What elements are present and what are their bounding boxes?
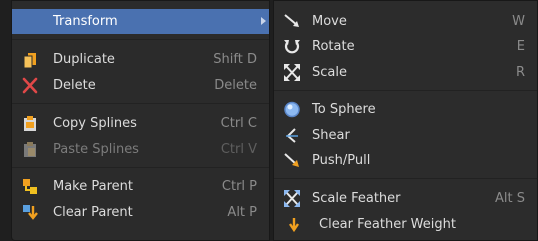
clear-feather-weight-icon [286, 215, 306, 234]
separator [274, 178, 537, 179]
shortcut-label: Delete [214, 78, 257, 93]
menu-item-clear-parent[interactable]: Clear Parent Alt P [12, 200, 269, 225]
to-sphere-icon [282, 100, 302, 119]
separator [274, 90, 537, 91]
separator [12, 103, 269, 104]
menu-item-paste-splines[interactable]: Paste Splines Ctrl V [12, 137, 269, 162]
menu-item-label: Copy Splines [53, 116, 137, 131]
move-icon [282, 12, 302, 31]
clear-parent-icon [20, 203, 40, 222]
menu-item-make-parent[interactable]: Make Parent Ctrl P [12, 174, 269, 199]
menu-item-label: Transform [53, 14, 118, 29]
duplicate-icon [20, 50, 40, 69]
menu-item-copy-splines[interactable]: Copy Splines Ctrl C [12, 111, 269, 136]
delete-x-icon [20, 76, 40, 95]
shortcut-label: Shift D [213, 52, 257, 67]
menu-item-transform[interactable]: Transform [12, 9, 269, 34]
shortcut-label: R [515, 65, 525, 80]
scale-feather-icon [282, 189, 302, 208]
separator [12, 167, 269, 168]
shortcut-label: Alt P [227, 205, 257, 220]
menu-item-label: Scale [312, 65, 347, 80]
menu-item-label: To Sphere [312, 102, 376, 117]
menu-item-label: Move [312, 14, 347, 29]
menu-item-label: Paste Splines [53, 142, 139, 157]
menu-item-shear[interactable]: Shear [274, 123, 537, 148]
menu-item-delete[interactable]: Delete Delete [12, 73, 269, 98]
menu-item-label: Shear [312, 128, 350, 143]
transform-submenu: Move W Rotate E Scale R To Sphere Shear … [273, 0, 538, 241]
menu-item-label: Clear Parent [53, 205, 133, 220]
push-pull-icon [282, 151, 302, 170]
menu-item-scale[interactable]: Scale R [274, 60, 537, 85]
menu-item-clear-feather-weight[interactable]: Clear Feather Weight [274, 212, 537, 237]
menu-item-label: Clear Feather Weight [319, 217, 456, 232]
shortcut-label: W [512, 14, 525, 29]
menu-item-label: Rotate [312, 39, 355, 54]
separator [12, 39, 269, 40]
paste-icon [20, 140, 40, 159]
rotate-icon [282, 37, 302, 56]
submenu-arrow-icon [261, 17, 266, 25]
menu-item-move[interactable]: Move W [274, 9, 537, 34]
menu-item-label: Delete [53, 78, 96, 93]
scale-icon [282, 63, 302, 82]
menu-item-scale-feather[interactable]: Scale Feather Alt S [274, 186, 537, 211]
menu-item-duplicate[interactable]: Duplicate Shift D [12, 47, 269, 72]
shortcut-label: Ctrl V [220, 142, 257, 157]
copy-icon [20, 114, 40, 133]
shortcut-label: Alt S [495, 191, 525, 206]
curve-context-menu: Transform Duplicate Shift D Delete Delet… [11, 0, 270, 241]
menu-item-rotate[interactable]: Rotate E [274, 34, 537, 59]
shear-icon [282, 126, 302, 145]
make-parent-icon [20, 177, 40, 196]
shortcut-label: E [516, 39, 525, 54]
menu-item-label: Scale Feather [312, 191, 401, 206]
menu-item-push-pull[interactable]: Push/Pull [274, 148, 537, 173]
menu-item-label: Make Parent [53, 179, 133, 194]
menu-item-to-sphere[interactable]: To Sphere [274, 97, 537, 122]
menu-item-label: Push/Pull [312, 153, 371, 168]
shortcut-label: Ctrl C [220, 116, 257, 131]
shortcut-label: Ctrl P [221, 179, 257, 194]
menu-item-label: Duplicate [53, 52, 115, 67]
